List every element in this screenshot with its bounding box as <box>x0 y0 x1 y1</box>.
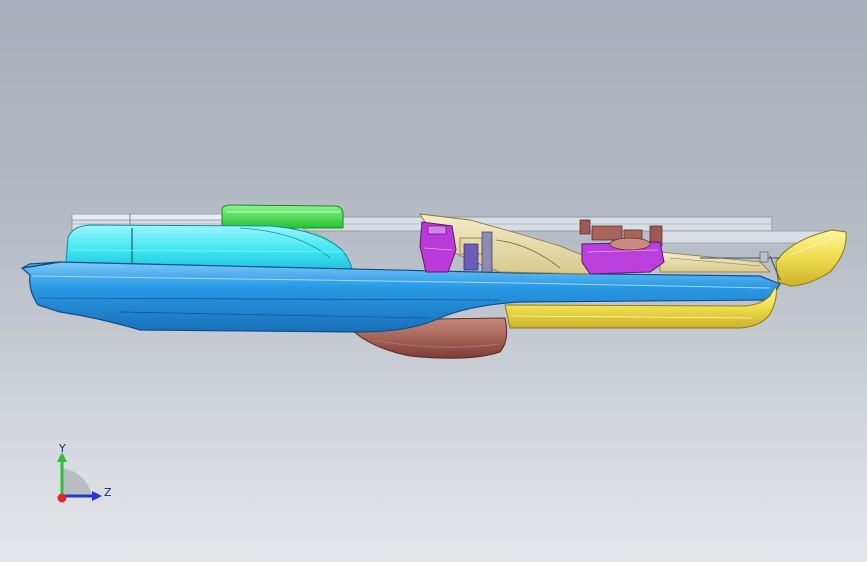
triad-graphic <box>57 452 102 503</box>
y-axis-label: Y <box>59 442 66 455</box>
axis-triad: Y Z <box>40 438 120 518</box>
engine-aft[interactable] <box>579 219 665 275</box>
x-axis-dot <box>57 493 67 503</box>
z-axis-label: Z <box>104 486 112 499</box>
z-arrow-head <box>92 491 102 501</box>
graphics-viewport[interactable]: Y Z <box>0 0 867 562</box>
cad-model-view[interactable] <box>0 0 867 562</box>
